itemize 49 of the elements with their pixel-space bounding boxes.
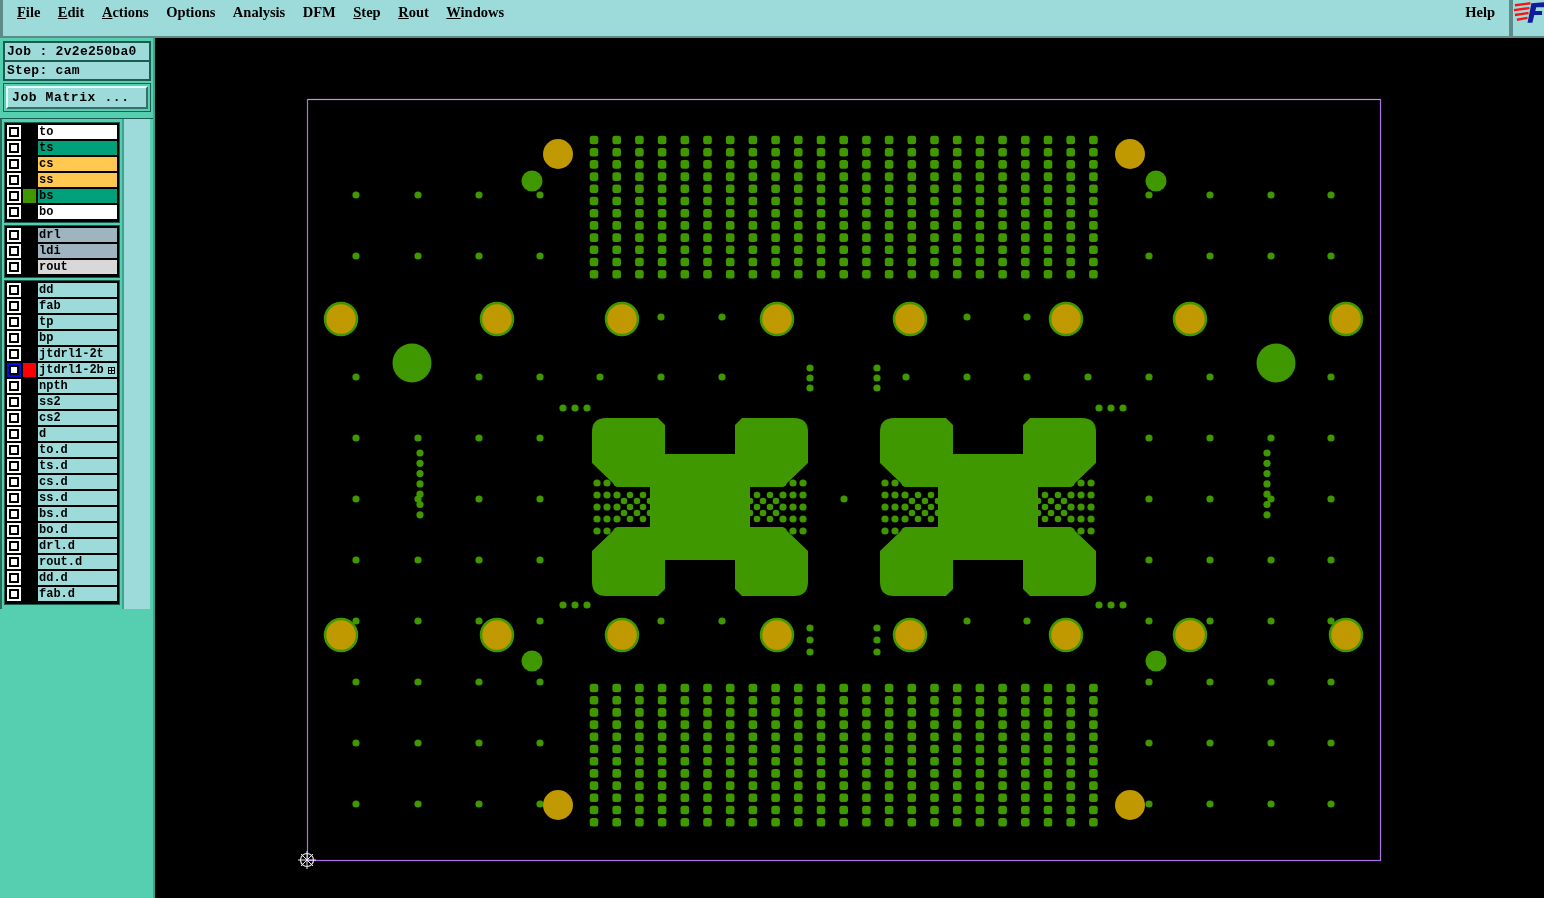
layer-name[interactable]: drl <box>38 228 117 242</box>
layer-name[interactable]: jtdrl1-2b <box>38 363 117 377</box>
layer-name[interactable]: drl.d <box>38 539 117 553</box>
layer-name[interactable]: ss <box>38 173 117 187</box>
layer-name[interactable]: ss.d <box>38 491 117 505</box>
layer-name[interactable]: fab.d <box>38 587 117 601</box>
menu-item[interactable]: Edit <box>52 0 90 23</box>
job-name: Job : 2v2e250ba0 <box>4 42 150 61</box>
step-name: Step: cam <box>4 61 150 80</box>
job-matrix-button[interactable]: Job Matrix ... <box>6 86 148 109</box>
layer-name[interactable]: cs2 <box>38 411 117 425</box>
menu-item[interactable]: Analysis <box>227 0 291 23</box>
layer-name[interactable]: fab <box>38 299 117 313</box>
help-menu[interactable]: Help <box>1460 0 1500 23</box>
menu-item[interactable]: Windows <box>441 0 510 23</box>
layer-name[interactable]: d <box>38 427 117 441</box>
layer-frame-button[interactable] <box>7 363 21 377</box>
layer-name[interactable]: bs.d <box>38 507 117 521</box>
layer-name[interactable]: dd <box>38 283 117 297</box>
layer-name[interactable]: bp <box>38 331 117 345</box>
layer-name[interactable]: cs <box>38 157 117 171</box>
layer-name[interactable]: ldi <box>38 244 117 258</box>
menu-item[interactable]: DFM <box>297 0 341 23</box>
origin-marker-icon <box>297 850 317 870</box>
layer-name[interactable]: bo <box>38 205 117 219</box>
layer-name[interactable]: ts <box>38 141 117 155</box>
scrollbar[interactable] <box>122 119 150 609</box>
layer-name[interactable]: rout.d <box>38 555 117 569</box>
menu-item[interactable]: Rout <box>393 0 434 23</box>
layer-display-swatch[interactable] <box>23 189 36 203</box>
layer-name[interactable]: bo.d <box>38 523 117 537</box>
layer-name[interactable]: npth <box>38 379 117 393</box>
logo-icon <box>1513 1 1544 25</box>
layer-name[interactable]: to <box>38 125 117 139</box>
layer-name[interactable]: ts.d <box>38 459 117 473</box>
layer-name[interactable]: tp <box>38 315 117 329</box>
layer-name[interactable]: bs <box>38 189 117 203</box>
layer-name[interactable]: jtdrl1-2t <box>38 347 117 361</box>
attachment-icon <box>108 366 115 374</box>
layer-name[interactable]: rout <box>38 260 117 274</box>
menu-item[interactable]: Step <box>348 0 386 23</box>
layer-name[interactable]: cs.d <box>38 475 117 489</box>
layer-display-swatch[interactable] <box>23 363 36 377</box>
menu-item[interactable]: Actions <box>96 0 154 23</box>
layer-name[interactable]: to.d <box>38 443 117 457</box>
menu-item[interactable]: Options <box>161 0 221 23</box>
layer-name[interactable]: ss2 <box>38 395 117 409</box>
layer-name[interactable]: dd.d <box>38 571 117 585</box>
menu-item[interactable]: File <box>12 0 46 23</box>
